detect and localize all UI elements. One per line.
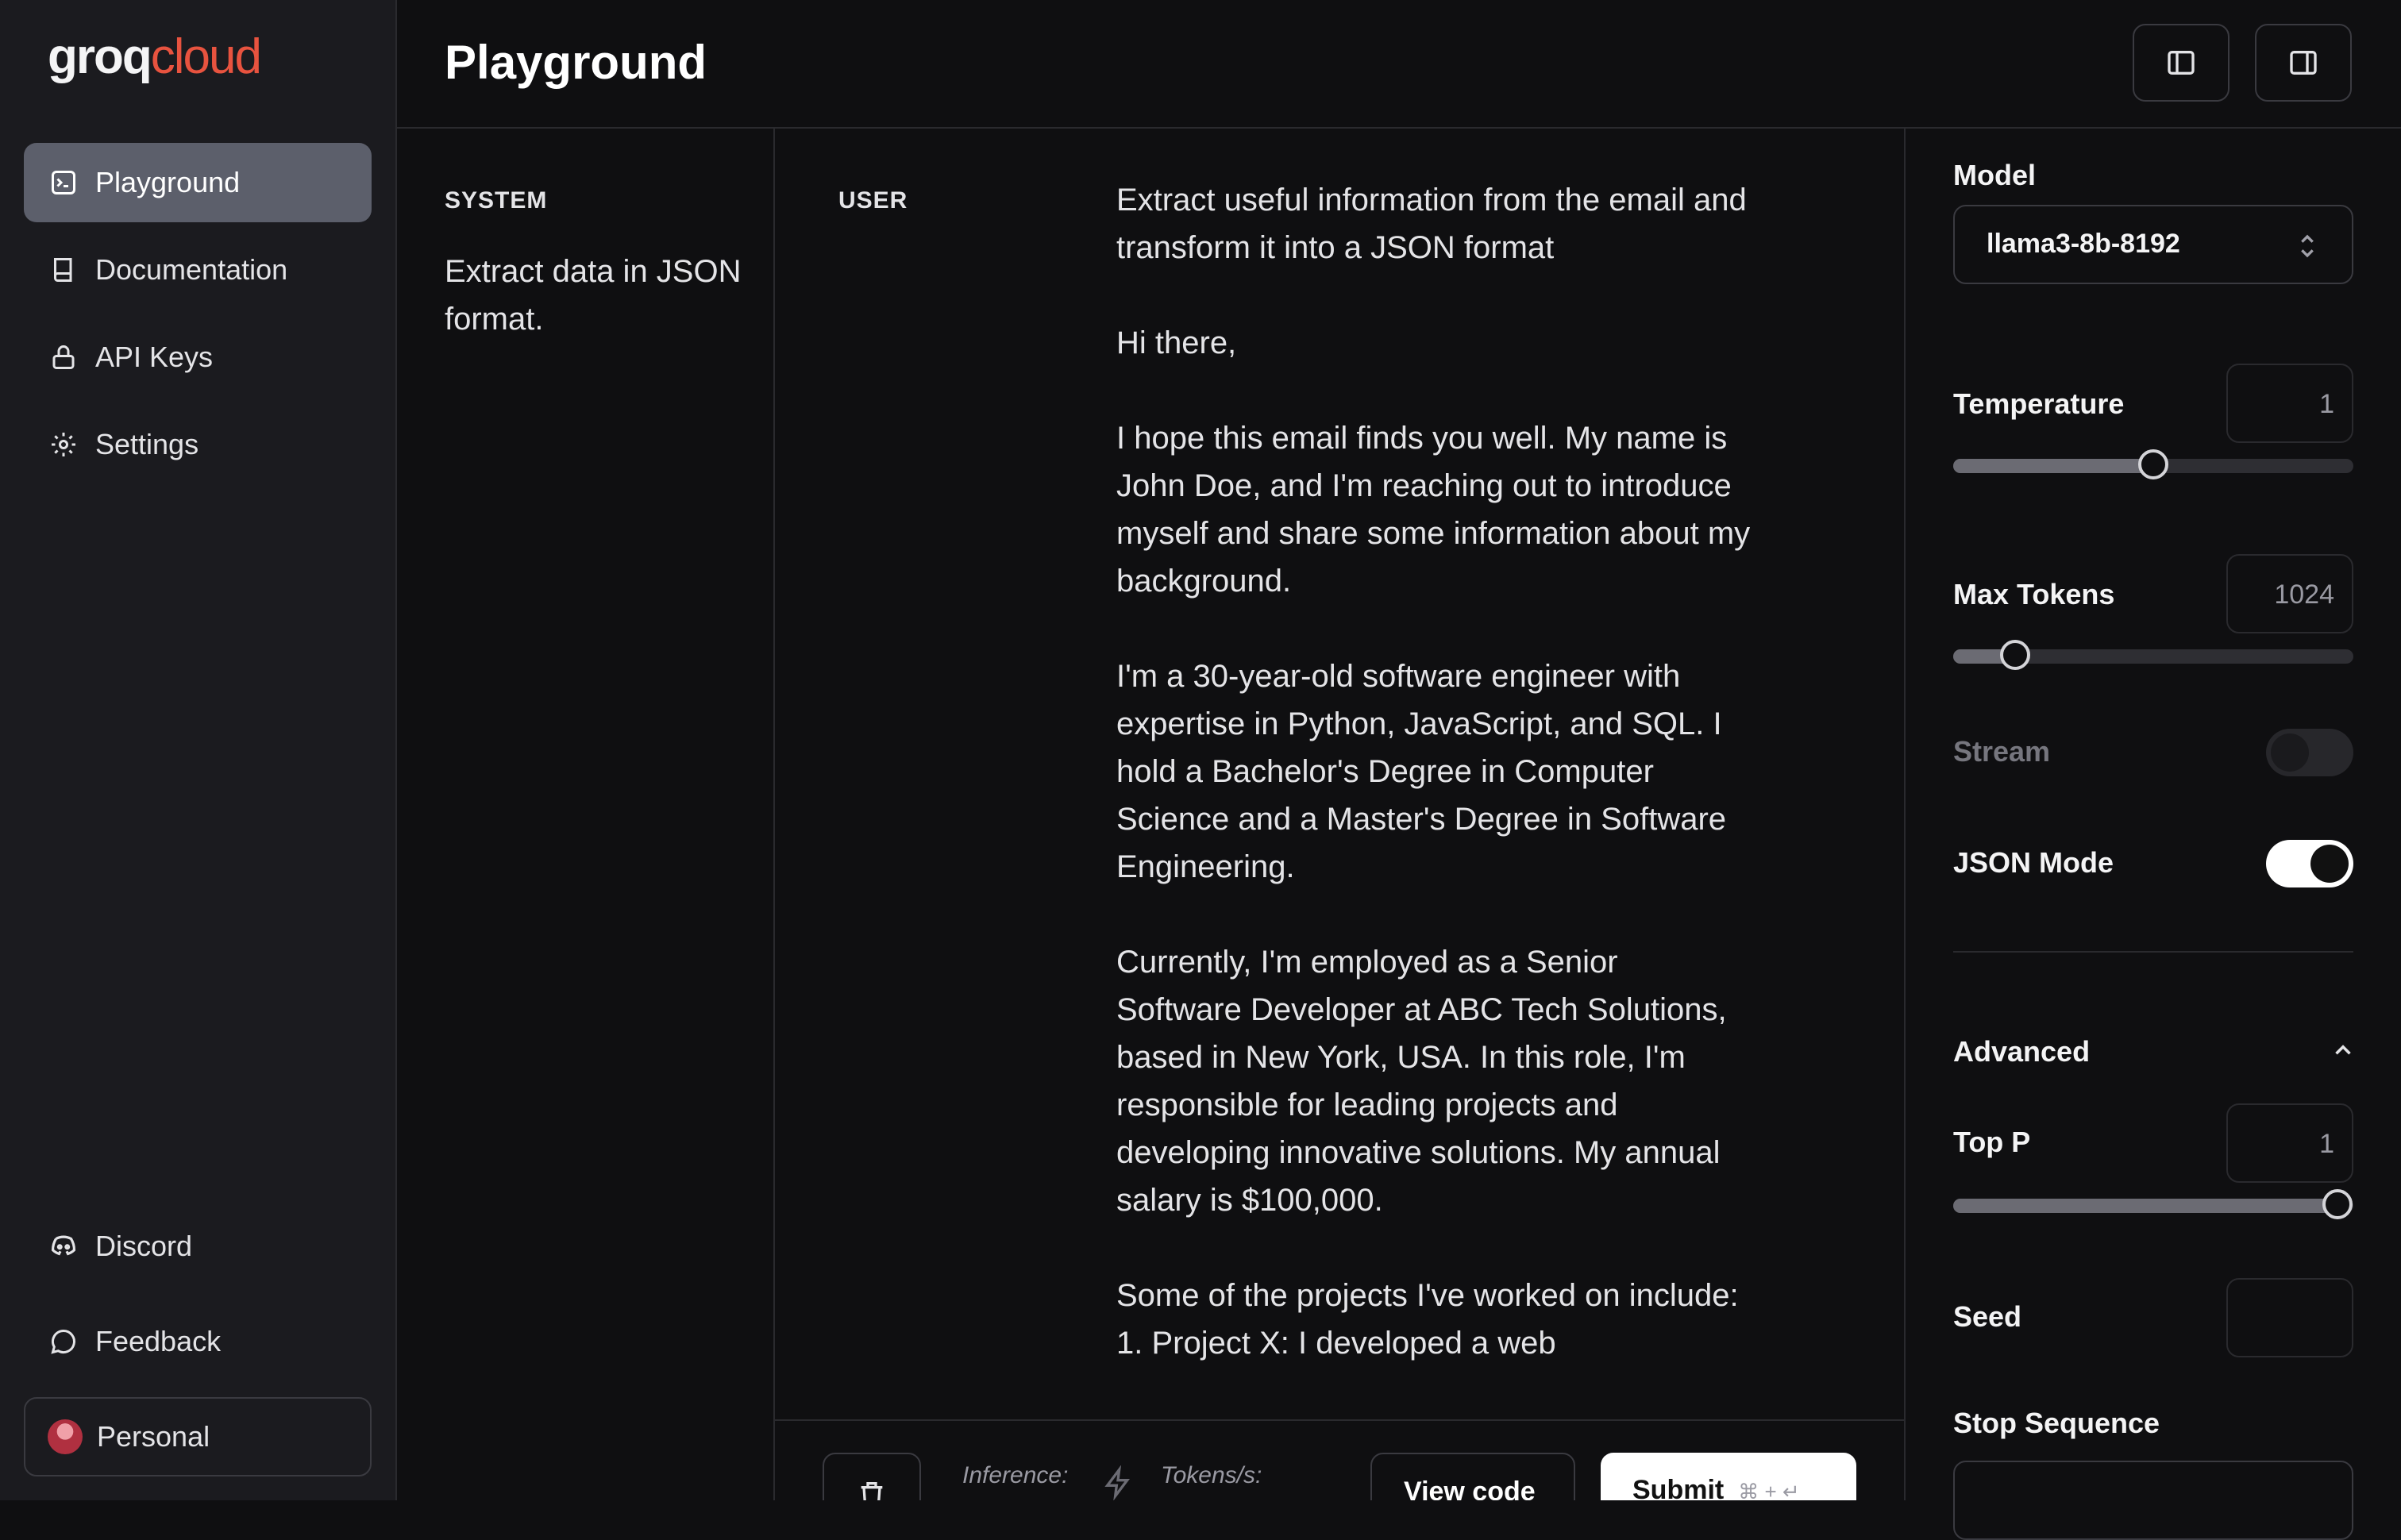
inference-label: Inference: <box>962 1462 1069 1488</box>
tokens-per-second-label: Tokens/s: <box>1161 1462 1262 1488</box>
submit-label: Submit <box>1632 1475 1725 1500</box>
submit-shortcut-hint: ⌘ + ↵ <box>1738 1480 1800 1500</box>
stop-sequence-input[interactable] <box>1953 1461 2353 1540</box>
sidebar-item-label: Settings <box>95 428 199 460</box>
temperature-label: Temperature <box>1953 387 2125 420</box>
max-tokens-slider-handle[interactable] <box>2000 640 2031 670</box>
sidebar-item-discord[interactable]: Discord <box>24 1207 372 1286</box>
user-label: USER <box>838 187 908 214</box>
avatar <box>48 1419 83 1454</box>
temperature-slider-fill <box>1953 459 2153 473</box>
model-label: Model <box>1953 159 2036 191</box>
chat-bubble-icon <box>46 1324 81 1359</box>
sidebar-right-icon <box>2290 51 2317 75</box>
seed-label: Seed <box>1953 1300 2022 1333</box>
header: Playground <box>397 0 2401 129</box>
user-message-panel: USER Extract useful information from the… <box>775 129 1906 1500</box>
settings-panel: Model llama3-8b-8192 Temperature 1 Max T… <box>1906 129 2401 1540</box>
top-p-slider-handle[interactable] <box>2322 1189 2353 1219</box>
chevron-up-down-icon <box>2295 230 2320 269</box>
submit-button[interactable]: Submit ⌘ + ↵ <box>1601 1453 1856 1500</box>
account-name: Personal <box>97 1420 210 1453</box>
sidebar-item-label: Playground <box>95 166 241 198</box>
json-mode-toggle-knob <box>2310 845 2349 883</box>
max-tokens-label: Max Tokens <box>1953 578 2115 610</box>
sidebar-left-icon <box>2168 51 2195 75</box>
settings-divider <box>1953 951 2353 953</box>
system-prompt-panel: SYSTEM Extract data in JSON format. <box>397 129 775 1500</box>
stream-toggle[interactable] <box>2266 729 2353 776</box>
account-switcher-personal[interactable]: Personal <box>24 1397 372 1476</box>
toggle-left-panel-button[interactable] <box>2133 24 2230 102</box>
sidebar-item-label: API Keys <box>95 341 214 373</box>
book-icon <box>46 252 81 287</box>
sidebar-item-settings[interactable]: Settings <box>24 405 372 484</box>
json-mode-toggle[interactable] <box>2266 840 2353 887</box>
lock-icon <box>46 340 81 375</box>
temperature-input[interactable]: 1 <box>2226 364 2353 443</box>
sidebar-item-label: Documentation <box>95 253 288 286</box>
message-action-bar: Inference: Tokens/s: View code Submit ⌘ +… <box>775 1419 1904 1500</box>
max-tokens-slider[interactable] <box>1953 640 2353 670</box>
trash-icon <box>861 1482 883 1500</box>
view-code-button[interactable]: View code <box>1370 1453 1575 1500</box>
model-select[interactable]: llama3-8b-8192 <box>1953 205 2353 284</box>
top-p-slider-fill <box>1953 1199 2337 1213</box>
temperature-slider-handle[interactable] <box>2138 449 2168 479</box>
stream-label: Stream <box>1953 735 2051 768</box>
chevron-up-icon[interactable] <box>2330 1037 2357 1068</box>
system-label: SYSTEM <box>445 187 548 214</box>
sidebar-item-feedback[interactable]: Feedback <box>24 1302 372 1381</box>
system-prompt-input[interactable]: Extract data in JSON format. <box>445 248 762 343</box>
seed-input[interactable] <box>2226 1278 2353 1357</box>
terminal-icon <box>46 165 81 200</box>
advanced-section-toggle[interactable]: Advanced <box>1953 1035 2090 1068</box>
delete-message-button[interactable] <box>823 1453 921 1500</box>
sidebar-item-label: Feedback <box>95 1325 222 1357</box>
lightning-icon <box>1102 1465 1134 1500</box>
json-mode-label: JSON Mode <box>1953 846 2114 879</box>
discord-icon <box>46 1229 81 1264</box>
sidebar: groqcloud Playground Documentation API K… <box>0 0 397 1500</box>
top-p-slider[interactable] <box>1953 1189 2353 1219</box>
model-select-value: llama3-8b-8192 <box>1987 229 2180 259</box>
sidebar-item-label: Discord <box>95 1230 193 1262</box>
logo-groq-text: groq <box>48 29 152 84</box>
page-title: Playground <box>445 36 707 89</box>
sidebar-item-api-keys[interactable]: API Keys <box>24 318 372 397</box>
stop-sequence-label: Stop Sequence <box>1953 1407 2160 1439</box>
sidebar-item-playground[interactable]: Playground <box>24 143 372 222</box>
max-tokens-input[interactable]: 1024 <box>2226 554 2353 633</box>
user-message-input[interactable]: Extract useful information from the emai… <box>1116 176 1752 1367</box>
temperature-slider[interactable] <box>1953 449 2353 479</box>
gear-icon <box>46 427 81 462</box>
sidebar-item-documentation[interactable]: Documentation <box>24 230 372 310</box>
toggle-right-panel-button[interactable] <box>2255 24 2352 102</box>
top-p-label: Top P <box>1953 1126 2031 1158</box>
logo-cloud-text: cloud <box>150 29 262 84</box>
top-p-input[interactable]: 1 <box>2226 1103 2353 1183</box>
stream-toggle-knob <box>2271 733 2309 772</box>
groqcloud-logo[interactable]: groqcloud <box>48 29 262 85</box>
